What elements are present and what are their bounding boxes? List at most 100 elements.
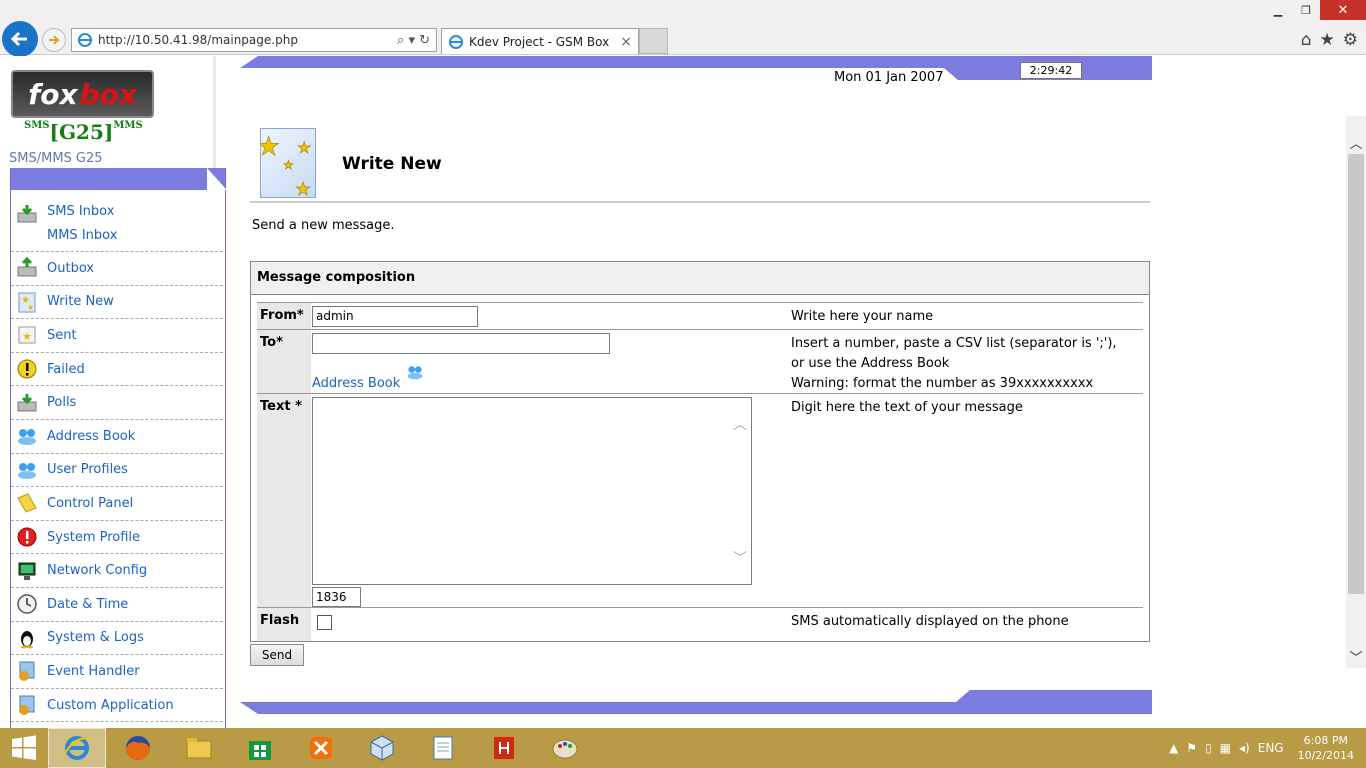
address-book-link-text[interactable]: Address Book bbox=[312, 376, 400, 391]
sidebar-item-outbox[interactable]: Outbox bbox=[11, 252, 223, 286]
taskbar-store[interactable] bbox=[231, 728, 289, 768]
sidebar-item-failed[interactable]: Failed bbox=[11, 353, 223, 387]
sidebar-item-custom-application[interactable]: Custom Application bbox=[11, 689, 223, 723]
sidebar-item-system-profile[interactable]: System Profile bbox=[11, 521, 223, 555]
new-tab-button[interactable] bbox=[639, 28, 668, 54]
sidebar-item-sent[interactable]: ★ Sent bbox=[11, 319, 223, 353]
sidebar-item-label[interactable]: System Profile bbox=[47, 530, 140, 545]
page-scrollbar[interactable]: ︿ ﹀ bbox=[1346, 116, 1366, 668]
brand-model: SMS[G25]MMS bbox=[24, 120, 143, 144]
device-icon[interactable]: ▯ bbox=[1205, 741, 1212, 755]
polls-icon bbox=[15, 391, 39, 415]
sidebar-item-label[interactable]: Control Panel bbox=[47, 496, 133, 511]
send-button[interactable]: Send bbox=[250, 644, 304, 666]
to-input[interactable] bbox=[312, 333, 610, 354]
minimize-icon[interactable]: ▁ bbox=[1264, 0, 1292, 20]
sidebar-item-date-time[interactable]: Date & Time bbox=[11, 588, 223, 622]
header-band bbox=[240, 56, 1152, 80]
browser-tab[interactable]: Kdev Project - GSM Box × bbox=[441, 28, 639, 54]
title-divider bbox=[250, 201, 1150, 203]
sidebar-item-user-profiles[interactable]: User Profiles bbox=[11, 454, 223, 488]
taskbar-virtualbox[interactable] bbox=[353, 728, 411, 768]
from-row: From* admin Write here your name bbox=[257, 302, 1143, 329]
tab-close-icon[interactable]: × bbox=[620, 34, 632, 50]
sidebar-item-label[interactable]: Custom Application bbox=[47, 698, 174, 713]
textarea-scroll-up-icon[interactable]: ︿ bbox=[733, 414, 747, 434]
sidebar-item-label[interactable]: System & Logs bbox=[47, 630, 144, 645]
brand-model-text: [G25] bbox=[49, 120, 114, 144]
to-row: To* Address Book Insert a number, paste … bbox=[257, 329, 1143, 393]
url-text[interactable]: http://10.50.41.98/mainpage.php bbox=[98, 33, 397, 47]
start-button[interactable] bbox=[0, 728, 48, 768]
sidebar-item-sms-inbox[interactable]: SMS Inbox bbox=[47, 204, 114, 219]
user-profiles-icon bbox=[15, 458, 39, 482]
forward-button[interactable] bbox=[42, 28, 66, 52]
taskbar-firefox[interactable] bbox=[109, 728, 167, 768]
sidebar-item-network-config[interactable]: Network Config bbox=[11, 554, 223, 588]
scroll-down-icon[interactable]: ﹀ bbox=[1346, 646, 1366, 666]
textarea-scroll-down-icon[interactable]: ﹀ bbox=[733, 548, 747, 568]
sidebar-item-system-logs[interactable]: System & Logs bbox=[11, 622, 223, 656]
outbox-icon bbox=[15, 256, 39, 280]
address-book-icon bbox=[15, 424, 39, 448]
sidebar-item-label[interactable]: Date & Time bbox=[47, 597, 128, 612]
restore-icon[interactable]: ❐ bbox=[1292, 0, 1320, 20]
sidebar-item-event-handler[interactable]: Event Handler bbox=[11, 655, 223, 689]
clock-icon bbox=[15, 592, 39, 616]
scroll-up-icon[interactable]: ︿ bbox=[1346, 132, 1366, 152]
sidebar-item-label[interactable]: Sent bbox=[47, 328, 77, 343]
xampp-icon bbox=[310, 737, 332, 759]
sidebar-item-label[interactable]: Polls bbox=[47, 395, 76, 410]
flash-checkbox[interactable] bbox=[317, 615, 332, 630]
action-center-flag-icon[interactable]: ⚑ bbox=[1186, 741, 1197, 755]
sidebar-item-label[interactable]: Address Book bbox=[47, 429, 135, 444]
close-window-icon[interactable]: ✕ bbox=[1320, 0, 1366, 20]
address-book-icon[interactable] bbox=[404, 363, 426, 381]
taskbar-file-explorer[interactable] bbox=[170, 728, 228, 768]
language-indicator[interactable]: ENG bbox=[1258, 741, 1284, 755]
sidebar-item-address-book[interactable]: Address Book bbox=[11, 420, 223, 454]
text-help: Digit here the text of your message bbox=[791, 400, 1023, 415]
message-textarea[interactable]: ︿ ﹀ bbox=[312, 397, 752, 585]
menu-header-band bbox=[11, 168, 225, 190]
sidebar-item-label[interactable]: Outbox bbox=[47, 261, 94, 276]
svg-text:★: ★ bbox=[261, 132, 280, 162]
from-label: From* bbox=[257, 303, 311, 329]
linux-penguin-icon bbox=[15, 626, 39, 650]
taskbar-xampp[interactable] bbox=[292, 728, 350, 768]
to-help-line-2: or use the Address Book bbox=[791, 356, 950, 371]
favorites-star-icon[interactable]: ★ bbox=[1320, 30, 1335, 50]
event-handler-icon bbox=[15, 659, 39, 683]
sidebar-item-label[interactable]: User Profiles bbox=[47, 462, 128, 477]
taskbar-clock[interactable]: 6:08 PM 10/2/2014 bbox=[1298, 733, 1354, 763]
taskbar-paint[interactable] bbox=[536, 728, 594, 768]
home-icon[interactable]: ⌂ bbox=[1301, 30, 1312, 50]
forward-arrow-icon bbox=[49, 35, 60, 45]
address-book-link[interactable]: Address Book bbox=[312, 363, 426, 391]
scroll-thumb[interactable] bbox=[1348, 154, 1364, 594]
search-refresh-controls[interactable]: ⌕ ▾ ↻ bbox=[397, 33, 430, 48]
logo-fox-text: fox bbox=[28, 77, 78, 111]
sidebar-item-control-panel[interactable]: Control Panel bbox=[11, 487, 223, 521]
address-bar[interactable]: http://10.50.41.98/mainpage.php ⌕ ▾ ↻ bbox=[71, 28, 437, 52]
notepad-icon bbox=[433, 736, 453, 760]
sidebar-item-label[interactable]: Event Handler bbox=[47, 664, 140, 679]
sidebar-item-inbox: SMS Inbox MMS Inbox bbox=[11, 194, 223, 252]
sidebar-item-mms-inbox[interactable]: MMS Inbox bbox=[47, 228, 117, 243]
taskbar-pdf-reader[interactable] bbox=[475, 728, 533, 768]
menu-items: SMS Inbox MMS Inbox Outbox ★ ★ Write New … bbox=[11, 194, 223, 723]
sidebar-item-polls[interactable]: Polls bbox=[11, 386, 223, 420]
taskbar-notepad[interactable] bbox=[414, 728, 472, 768]
network-icon[interactable]: ▦ bbox=[1220, 741, 1231, 755]
show-hidden-icons-icon[interactable]: ▲ bbox=[1169, 741, 1178, 755]
from-input[interactable]: admin bbox=[312, 306, 478, 327]
sidebar-item-label[interactable]: Network Config bbox=[47, 563, 147, 578]
back-button[interactable] bbox=[2, 21, 38, 57]
sidebar-item-write-new[interactable]: ★ ★ Write New bbox=[11, 286, 223, 320]
settings-gear-icon[interactable]: ⚙ bbox=[1343, 30, 1358, 50]
store-icon bbox=[249, 741, 271, 760]
taskbar-internet-explorer[interactable] bbox=[48, 728, 106, 768]
sidebar-item-label[interactable]: Failed bbox=[47, 362, 85, 377]
volume-icon[interactable]: ◂) bbox=[1239, 741, 1250, 755]
sidebar-item-label[interactable]: Write New bbox=[47, 294, 114, 309]
